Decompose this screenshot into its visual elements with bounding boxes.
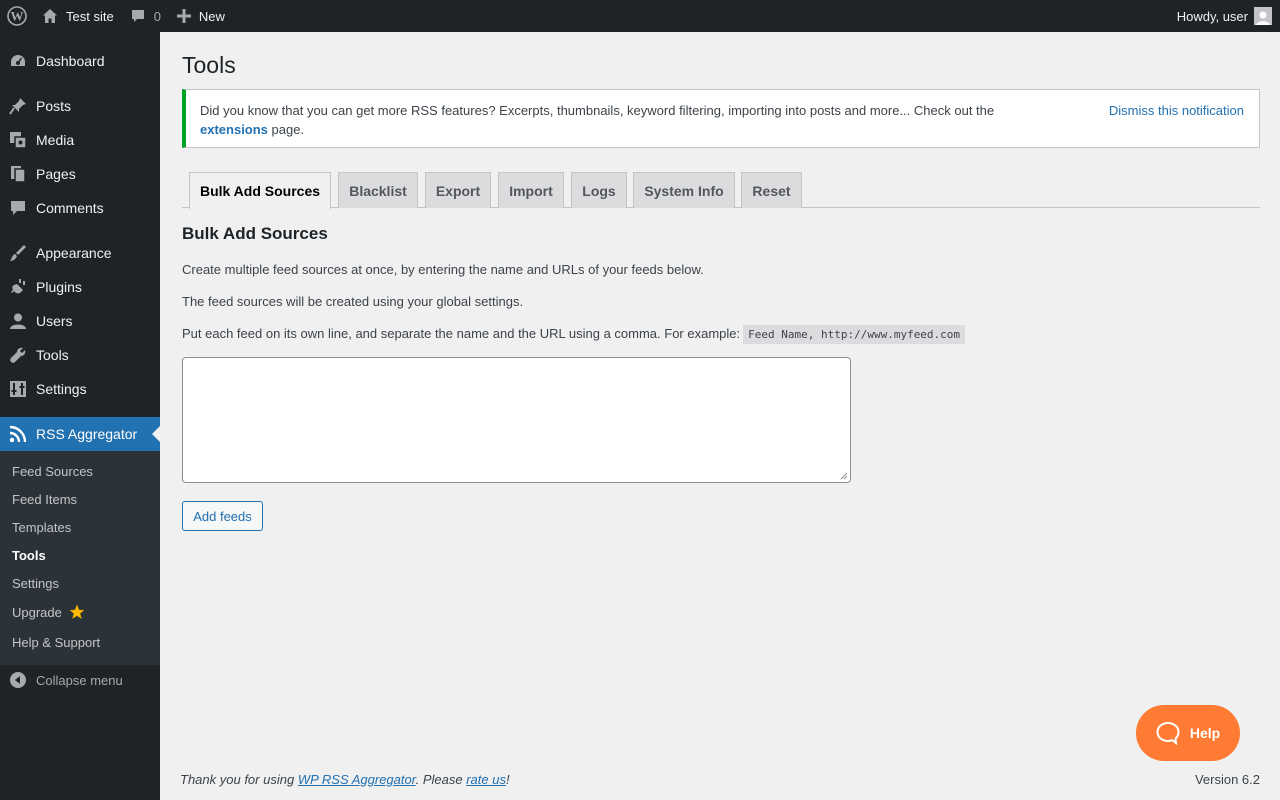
pages-icon (11, 166, 26, 183)
main-content: Tools Did you know that you can get more… (160, 32, 1280, 800)
plugin-link[interactable]: WP RSS Aggregator (298, 772, 416, 787)
comments-link[interactable]: 0 (122, 0, 169, 32)
collapse-arrow-icon (10, 672, 26, 688)
submenu-feed-items[interactable]: Feed Items (12, 492, 77, 507)
sidebar-item-media[interactable]: Media (0, 123, 160, 157)
footer-thanks-text: Thank you for using (180, 772, 295, 787)
sidebar-item-label: Tools (36, 347, 69, 363)
site-name: Test site (66, 8, 114, 24)
version-text: Version 6.2 (1194, 772, 1260, 787)
rss-icon (9, 425, 27, 443)
sidebar-item-dashboard[interactable]: Dashboard (0, 44, 160, 78)
help-button[interactable]: Help (1136, 705, 1240, 761)
plugin-icon (11, 279, 25, 294)
description-paragraph-1: Create multiple feed sources at once, by… (182, 262, 704, 277)
tab-export[interactable]: Export (425, 172, 491, 208)
add-feeds-button[interactable]: Add feeds (182, 501, 263, 531)
user-avatar-icon (1256, 11, 1270, 25)
plus-icon (176, 9, 191, 23)
sidebar-item-posts[interactable]: Posts (0, 89, 160, 123)
tab-import[interactable]: Import (498, 172, 564, 208)
submenu-upgrade-label: Upgrade (12, 604, 62, 620)
extensions-notice: Did you know that you can get more RSS f… (182, 89, 1260, 148)
description-paragraph-2: The feed sources will be created using y… (182, 294, 524, 309)
rss-aggregator-submenu: Feed Sources Feed Items Templates Tools … (0, 451, 160, 665)
submenu-tools[interactable]: Tools (12, 548, 46, 563)
tab-system-info[interactable]: System Info (633, 172, 735, 208)
comments-count: 0 (153, 8, 161, 24)
rate-us-link[interactable]: rate us (466, 772, 506, 787)
brush-icon (10, 245, 26, 261)
extensions-link[interactable]: extensions (200, 122, 268, 137)
sidebar-item-settings[interactable]: Settings (0, 372, 160, 406)
wordpress-logo-icon: W (7, 6, 27, 26)
chat-bubble-icon (1156, 721, 1180, 745)
collapse-menu-button[interactable]: Collapse menu (0, 670, 160, 690)
sidebar-item-plugins[interactable]: Plugins (0, 270, 160, 304)
sidebar-item-comments[interactable]: Comments (0, 191, 160, 225)
sidebar-item-label: Settings (36, 381, 87, 397)
sidebar-item-pages[interactable]: Pages (0, 157, 160, 191)
sidebar-item-label: Media (36, 132, 75, 148)
new-label: New (198, 8, 225, 24)
my-account-menu[interactable]: Howdy, user (1169, 0, 1280, 32)
media-icon (10, 132, 27, 149)
tools-tabs: Bulk Add Sources Blacklist Export Import… (182, 172, 1260, 209)
dashboard-icon (11, 55, 25, 66)
sidebar-item-label: RSS Aggregator (36, 426, 138, 442)
example-instruction: Put each feed on its own line, and separ… (182, 326, 741, 341)
admin-sidebar: Dashboard Posts Media Pages Comments App… (0, 32, 160, 800)
pin-icon (9, 98, 26, 115)
new-content-link[interactable]: New (169, 0, 233, 32)
sidebar-item-label: Plugins (36, 279, 82, 295)
footer-thanks: Thank you for using WP RSS Aggregator. P… (180, 772, 510, 787)
settings-icon (10, 381, 26, 397)
resize-handle-icon[interactable] (840, 472, 848, 480)
help-label: Help (1189, 725, 1221, 741)
sidebar-item-tools[interactable]: Tools (0, 338, 160, 372)
description-paragraph-3: Put each feed on its own line, and separ… (182, 325, 966, 344)
sidebar-item-label: Pages (36, 166, 76, 182)
page-title: Tools (182, 52, 236, 78)
notice-text-after: page. (271, 122, 305, 137)
section-title: Bulk Add Sources (182, 224, 328, 243)
feeds-textarea[interactable] (182, 357, 851, 483)
example-code: Feed Name, http://www.myfeed.com (743, 325, 966, 344)
comment-bubble-icon (131, 10, 144, 22)
home-icon (43, 9, 57, 23)
star-icon (69, 604, 85, 620)
tab-logs[interactable]: Logs (571, 172, 627, 208)
sidebar-item-users[interactable]: Users (0, 304, 160, 338)
submenu-settings[interactable]: Settings (12, 576, 59, 591)
tab-blacklist[interactable]: Blacklist (338, 172, 418, 208)
footer-please: . Please (415, 772, 463, 787)
admin-bar: W Test site 0 New Howdy, user (0, 0, 1280, 32)
wordpress-logo-menu[interactable]: W (0, 0, 33, 32)
dismiss-notification-link[interactable]: Dismiss this notification (1109, 101, 1244, 120)
site-name-link[interactable]: Test site (33, 0, 122, 32)
sidebar-item-label: Comments (36, 200, 104, 216)
submenu-help-support[interactable]: Help & Support (12, 635, 100, 650)
wrench-icon (10, 347, 26, 363)
submenu-upgrade[interactable]: Upgrade (12, 604, 85, 620)
avatar (1254, 7, 1272, 25)
howdy-text: Howdy, user (1176, 8, 1248, 24)
sidebar-item-appearance[interactable]: Appearance (0, 236, 160, 270)
collapse-menu-label: Collapse menu (36, 672, 123, 688)
sidebar-item-label: Users (36, 313, 73, 329)
notice-text: Did you know that you can get more RSS f… (200, 103, 995, 118)
sidebar-item-label: Posts (36, 98, 72, 114)
comment-icon (11, 201, 25, 215)
tab-bulk-add-sources[interactable]: Bulk Add Sources (189, 172, 331, 209)
sidebar-item-label: Dashboard (36, 53, 105, 69)
tab-reset[interactable]: Reset (741, 172, 802, 208)
sidebar-item-rss-aggregator[interactable]: RSS Aggregator (0, 417, 160, 451)
footer-exclamation: ! (505, 772, 510, 787)
submenu-templates[interactable]: Templates (12, 520, 71, 535)
submenu-feed-sources[interactable]: Feed Sources (12, 464, 93, 479)
user-icon (10, 313, 26, 329)
svg-text:W: W (11, 9, 24, 24)
sidebar-item-label: Appearance (36, 245, 112, 261)
